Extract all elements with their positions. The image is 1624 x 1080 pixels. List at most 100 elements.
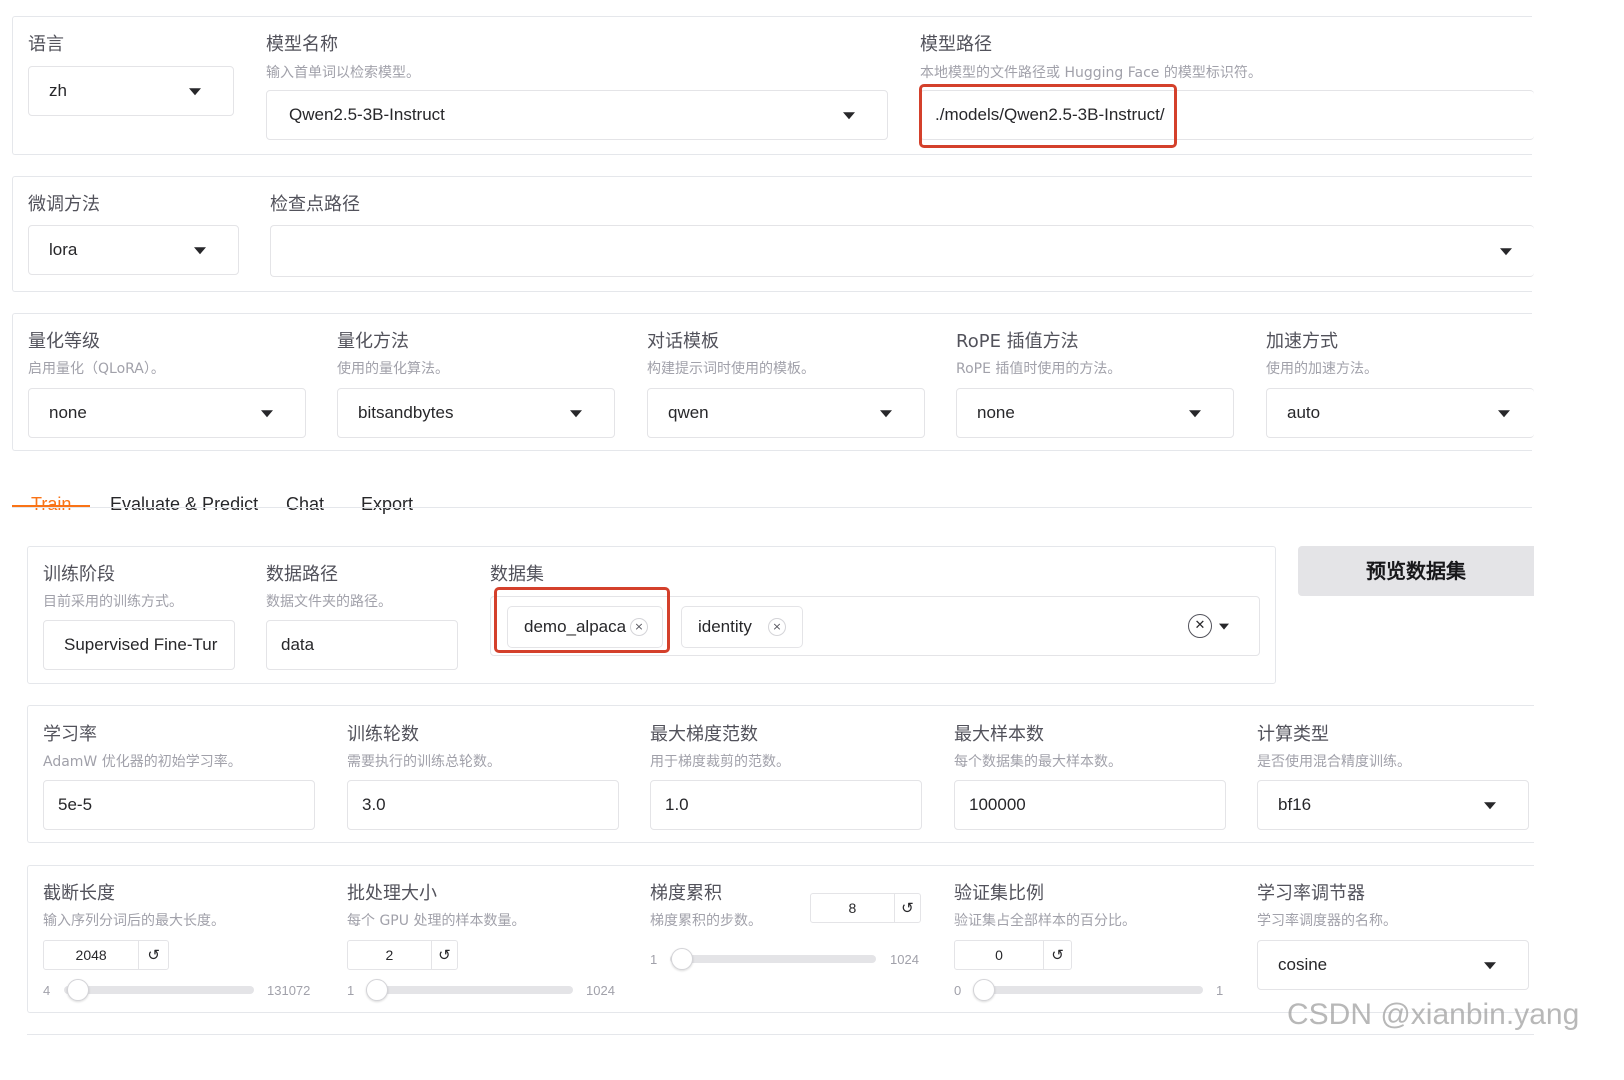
max-samples-label: 最大样本数 <box>954 724 1044 745</box>
next-panel-edge <box>27 1034 1534 1035</box>
epochs-value: 3.0 <box>362 795 386 814</box>
val-size-value: 0 <box>995 947 1003 963</box>
batch-size-label: 批处理大小 <box>347 883 437 904</box>
preview-dataset-button[interactable]: 预览数据集 <box>1298 546 1534 596</box>
epochs-input[interactable]: 3.0 <box>347 780 619 830</box>
compute-type-select[interactable]: bf16 <box>1257 780 1529 830</box>
model-path-label: 模型路径 <box>920 34 992 55</box>
dataset-dir-value: data <box>281 635 315 654</box>
val-size-number[interactable]: 0 ↺ <box>954 940 1072 970</box>
tab-export[interactable]: Export <box>361 494 413 515</box>
chevron-down-icon <box>189 88 201 96</box>
chevron-down-icon <box>1484 962 1496 970</box>
cutoff-len-label: 截断长度 <box>43 883 115 904</box>
language-select[interactable]: zh <box>28 66 234 116</box>
clear-icon[interactable]: ✕ <box>1188 614 1212 638</box>
model-name-value: Qwen2.5-3B-Instruct <box>289 105 445 124</box>
cutoff-len-slider[interactable] <box>64 986 254 994</box>
grad-accum-value: 8 <box>848 900 857 916</box>
tab-divider <box>12 507 1532 508</box>
val-size-label: 验证集比例 <box>954 883 1044 904</box>
cutoff-len-number[interactable]: 2048 ↺ <box>43 940 169 970</box>
dataset-dir-info: 数据文件夹的路径。 <box>266 594 392 610</box>
template-value: qwen <box>668 403 709 422</box>
chevron-down-icon <box>1189 410 1201 418</box>
close-icon[interactable]: × <box>768 618 786 636</box>
reset-icon[interactable]: ↺ <box>1043 941 1071 969</box>
learning-rate-info: AdamW 优化器的初始学习率。 <box>43 754 242 770</box>
dataset-dir-input[interactable]: data <box>266 620 458 670</box>
rope-select[interactable]: none <box>956 388 1234 438</box>
compute-type-value: bf16 <box>1278 795 1312 814</box>
checkpoint-select[interactable] <box>270 225 1534 277</box>
dataset-chip-label: identity <box>698 617 752 636</box>
batch-size-info: 每个 GPU 处理的样本数量。 <box>347 913 526 929</box>
dataset-label: 数据集 <box>490 564 544 585</box>
batch-size-number[interactable]: 2 ↺ <box>347 940 458 970</box>
quant-method-info: 使用的量化算法。 <box>337 361 449 377</box>
cutoff-len-max: 131072 <box>267 983 311 998</box>
rope-value: none <box>977 403 1015 422</box>
lr-scheduler-select[interactable]: cosine <box>1257 940 1529 990</box>
language-value: zh <box>49 81 67 100</box>
batch-size-slider[interactable] <box>366 986 573 994</box>
watermark: CSDN @xianbin.yang <box>1287 998 1580 1031</box>
quant-bit-value: none <box>49 403 87 422</box>
dataset-chip-highlight <box>494 587 670 653</box>
rope-label: RoPE 插值方法 <box>956 331 1079 352</box>
chevron-down-icon[interactable] <box>1219 623 1229 630</box>
stage-info: 目前采用的训练方式。 <box>43 594 183 610</box>
booster-info: 使用的加速方法。 <box>1266 361 1378 377</box>
val-size-max: 1 <box>1216 983 1224 998</box>
max-samples-value: 100000 <box>969 795 1026 814</box>
template-select[interactable]: qwen <box>647 388 925 438</box>
model-path-highlight <box>919 84 1177 148</box>
max-samples-input[interactable]: 100000 <box>954 780 1226 830</box>
dataset-chip[interactable]: identity × <box>681 606 803 648</box>
finetune-method-select[interactable]: lora <box>28 225 239 275</box>
tab-chat[interactable]: Chat <box>286 494 324 515</box>
grad-accum-max: 1024 <box>890 952 919 967</box>
val-size-slider[interactable] <box>973 986 1203 994</box>
model-path-info: 本地模型的文件路径或 Hugging Face 的模型标识符。 <box>920 65 1262 81</box>
quant-bit-select[interactable]: none <box>28 388 306 438</box>
learning-rate-value: 5e-5 <box>58 795 93 814</box>
model-name-select[interactable]: Qwen2.5-3B-Instruct <box>266 90 888 140</box>
rope-info: RoPE 插值时使用的方法。 <box>956 361 1122 377</box>
dataset-dir-label: 数据路径 <box>266 564 338 585</box>
chevron-down-icon <box>194 247 206 255</box>
quant-method-select[interactable]: bitsandbytes <box>337 388 615 438</box>
chevron-down-icon <box>261 410 273 418</box>
booster-select[interactable]: auto <box>1266 388 1534 438</box>
template-label: 对话模板 <box>647 331 719 352</box>
tab-evaluate-predict[interactable]: Evaluate & Predict <box>110 494 258 515</box>
val-size-min: 0 <box>954 983 962 998</box>
epochs-info: 需要执行的训练总轮数。 <box>347 754 501 770</box>
reset-icon[interactable]: ↺ <box>138 941 168 969</box>
chevron-down-icon <box>843 112 855 120</box>
chevron-down-icon <box>1498 410 1510 418</box>
stage-select[interactable]: Supervised Fine-Tur <box>43 620 235 670</box>
language-label: 语言 <box>28 34 64 55</box>
cutoff-len-min: 4 <box>43 983 51 998</box>
batch-size-min: 1 <box>347 983 355 998</box>
cutoff-len-slider-thumb[interactable] <box>66 979 89 1001</box>
max-grad-norm-input[interactable]: 1.0 <box>650 780 922 830</box>
max-grad-norm-info: 用于梯度裁剪的范数。 <box>650 754 790 770</box>
booster-label: 加速方式 <box>1266 331 1338 352</box>
grad-accum-number[interactable]: 8 ↺ <box>810 893 921 923</box>
reset-icon[interactable]: ↺ <box>893 894 920 922</box>
val-size-slider-thumb[interactable] <box>973 979 995 1001</box>
reset-icon[interactable]: ↺ <box>430 941 457 969</box>
grad-accum-slider[interactable] <box>670 955 876 963</box>
chevron-down-icon <box>1484 802 1496 810</box>
quant-bit-info: 启用量化（QLoRA）。 <box>28 361 165 377</box>
epochs-label: 训练轮数 <box>347 724 419 745</box>
chevron-down-icon <box>1500 248 1512 256</box>
cutoff-len-info: 输入序列分词后的最大长度。 <box>43 913 225 929</box>
lr-scheduler-info: 学习率调度器的名称。 <box>1257 913 1397 929</box>
learning-rate-label: 学习率 <box>43 724 97 745</box>
quant-method-label: 量化方法 <box>337 331 409 352</box>
learning-rate-input[interactable]: 5e-5 <box>43 780 315 830</box>
finetune-method-label: 微调方法 <box>28 194 100 215</box>
